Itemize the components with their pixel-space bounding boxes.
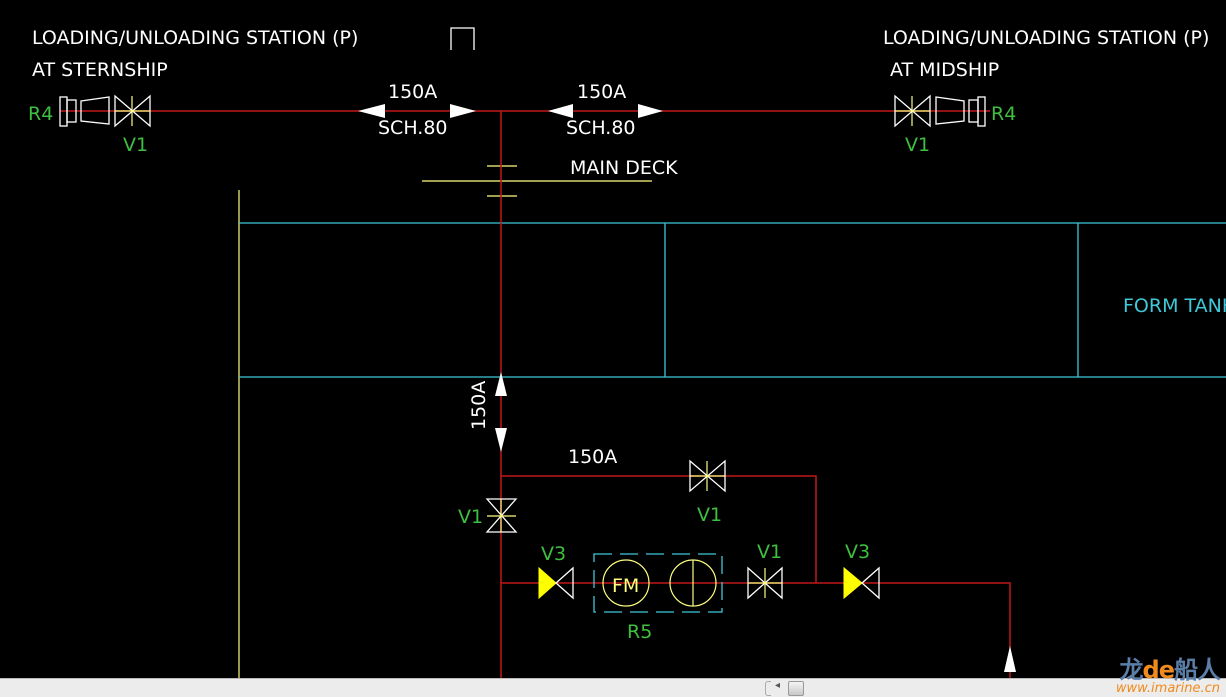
outlet-valve-label: V3 [845,541,870,563]
reducer-label-left: R4 [28,103,53,125]
pipe-size-left: 150A [388,81,437,103]
piping-diagram-canvas: LOADING/UNLOADING STATION (P) AT STERNSH… [28,27,1226,680]
section-mark-symbol [450,27,475,50]
main-deck-label: MAIN DECK [570,157,678,179]
meter-line-pipe [501,582,1011,680]
scroll-left-arrow-icon[interactable]: ◂ [775,680,780,691]
station-right-subtitle: AT MIDSHIP [890,59,999,81]
meter-outlet-valve-label: V1 [757,541,782,563]
meter-outlet-gate-valve-icon [747,566,783,600]
pipe-size-right: 150A [577,81,626,103]
vertical-valve-label: V1 [458,506,483,528]
scrollbar-thumb[interactable] [788,681,804,696]
gate-valve-left-icon [114,94,151,128]
valve-label-right: V1 [905,134,930,156]
flow-direction-arrow [1004,646,1016,672]
gate-valve-right-icon [894,94,931,128]
branch-pipe-size: 150A [568,446,617,468]
station-left-subtitle: AT STERNSHIP [32,59,168,81]
bypass-valve-label: V1 [697,504,722,526]
flowmeter-label: FM [612,575,639,597]
watermark-logo: 龙de船人 www.imarine.cn [1115,656,1221,696]
horizontal-scrollbar[interactable]: ◂ [0,678,1226,697]
pipe-schedule-right: SCH.80 [566,117,636,139]
scrollbar-track-start [765,681,771,696]
form-tank-label: FORM TANK [1123,295,1226,317]
vertical-pipe-size: 150A [468,381,490,430]
flowmeter-assembly-label: R5 [627,621,652,643]
bypass-gate-valve-icon [689,459,726,493]
station-right-title: LOADING/UNLOADING STATION (P) [883,27,1209,49]
reducer-label-right: R4 [991,103,1016,125]
vertical-gate-valve-icon [485,498,518,533]
watermark-url: www.imarine.cn [1115,681,1220,696]
station-left-title: LOADING/UNLOADING STATION (P) [32,27,358,49]
valve-label-left: V1 [123,134,148,156]
form-tank-outline [239,222,1226,378]
bypass-pipe [501,475,817,583]
inlet-valve-label: V3 [541,543,566,565]
pipe-schedule-left: SCH.80 [378,117,448,139]
